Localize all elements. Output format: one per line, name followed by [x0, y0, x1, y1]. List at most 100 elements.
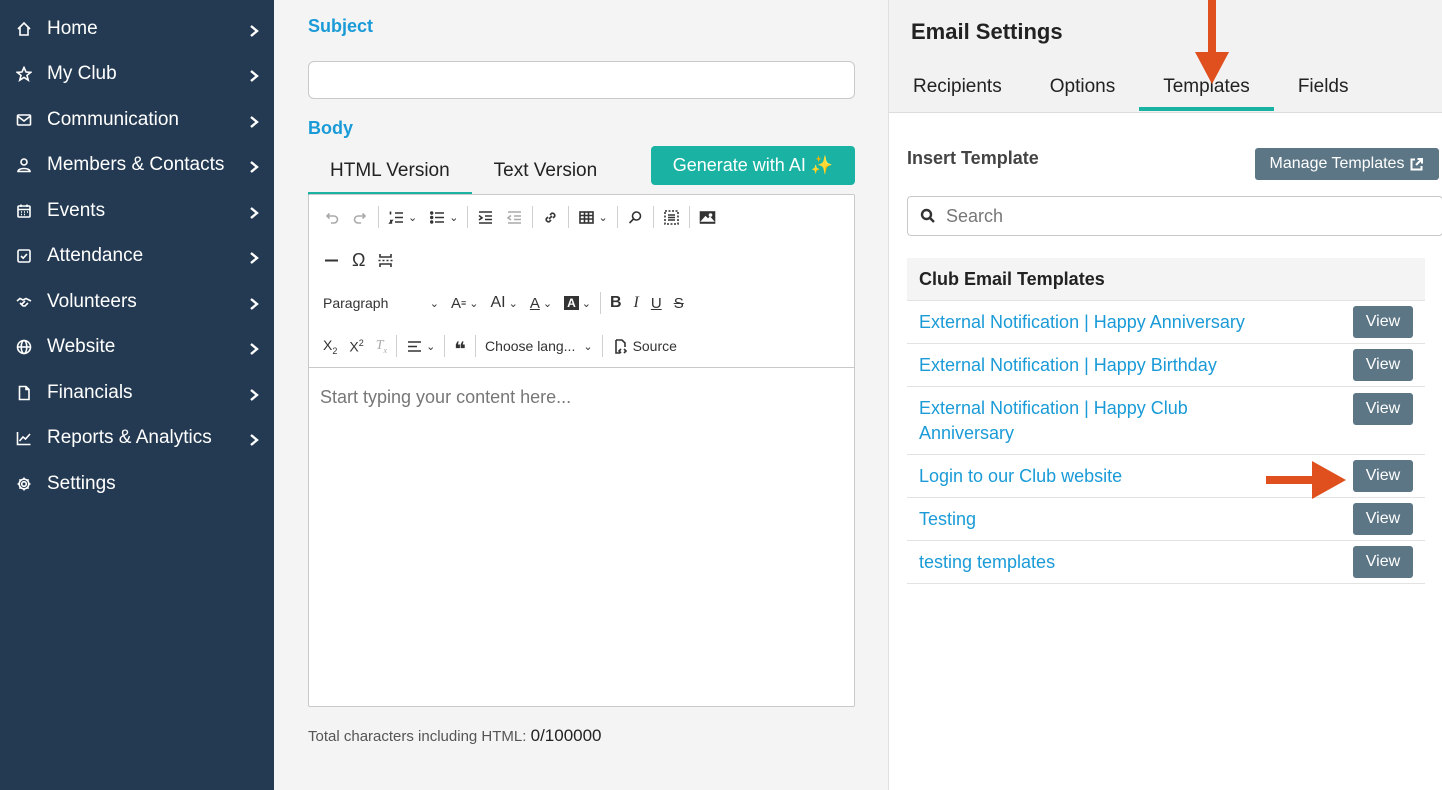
chevron-right-icon: [248, 67, 262, 83]
sidebar-item-financials[interactable]: Financials: [0, 370, 274, 416]
home-icon: [14, 19, 34, 39]
view-button[interactable]: View: [1353, 503, 1413, 535]
insert-template-label: Insert Template: [907, 148, 1039, 168]
view-button[interactable]: View: [1353, 349, 1413, 381]
tab-recipients[interactable]: Recipients: [889, 68, 1026, 111]
template-link[interactable]: testing templates: [919, 550, 1055, 575]
sidebar-item-settings[interactable]: Settings: [0, 461, 274, 507]
character-count: Total characters including HTML: 0/10000…: [308, 726, 602, 745]
page-break-icon[interactable]: [371, 245, 400, 275]
user-icon: [14, 155, 34, 175]
template-link[interactable]: External Notification | Happy Club Anniv…: [919, 396, 1219, 446]
template-link[interactable]: External Notification | Happy Anniversar…: [919, 310, 1245, 335]
align-icon[interactable]: ⌄: [400, 331, 441, 361]
chevron-right-icon: [248, 158, 262, 174]
outdent-icon[interactable]: [500, 202, 529, 232]
italic-icon[interactable]: I: [628, 288, 645, 318]
chevron-right-icon: [248, 295, 262, 310]
language-select[interactable]: Choose lang... ⌄: [479, 331, 599, 361]
star-icon: [14, 64, 34, 84]
sidebar-item-label: Volunteers: [47, 290, 137, 312]
bold-icon[interactable]: B: [604, 288, 628, 318]
character-count-value: 0/100000: [530, 726, 602, 745]
email-settings-panel: Email Settings Recipients Options Templa…: [888, 0, 1442, 790]
sidebar-item-reports-analytics[interactable]: Reports & Analytics: [0, 416, 274, 462]
sidebar-item-events[interactable]: Events: [0, 188, 274, 234]
sidebar-item-label: Website: [47, 336, 116, 358]
sidebar-item-label: Home: [47, 17, 98, 39]
superscript-icon[interactable]: X2: [343, 331, 369, 361]
generate-with-ai-button[interactable]: Generate with AI ✨: [651, 146, 855, 185]
panel-title: Email Settings: [911, 19, 1063, 44]
view-button[interactable]: View: [1353, 546, 1413, 578]
template-link[interactable]: Login to our Club website: [919, 464, 1122, 489]
template-link[interactable]: External Notification | Happy Birthday: [919, 353, 1217, 378]
manage-templates-button[interactable]: Manage Templates: [1255, 148, 1439, 180]
chevron-right-icon: [248, 431, 262, 447]
table-row: External Notification | Happy Club Anniv…: [907, 387, 1425, 455]
font-color-icon[interactable]: A ⌄: [524, 288, 558, 318]
bullet-list-icon[interactable]: ⌄: [423, 202, 464, 232]
remove-format-icon[interactable]: Tx: [370, 331, 393, 361]
view-button[interactable]: View: [1353, 306, 1413, 338]
font-family-icon[interactable]: AI ⌄: [485, 288, 524, 318]
sidebar-item-label: Events: [47, 199, 106, 221]
sidebar-item-website[interactable]: Website: [0, 325, 274, 371]
background-color-icon[interactable]: A ⌄: [558, 288, 597, 318]
toolbar-separator: [652, 206, 654, 228]
table-row: External Notification | Happy Anniversar…: [907, 301, 1425, 344]
email-editor: Subject Body HTML Version Text Version G…: [274, 0, 888, 790]
sidebar-item-volunteers[interactable]: Volunteers: [0, 279, 274, 325]
template-link[interactable]: Testing: [919, 507, 976, 532]
body-label: Body: [308, 118, 353, 138]
sidebar-item-home[interactable]: Home: [0, 6, 274, 52]
chevron-right-icon: [248, 113, 262, 128]
sidebar-item-members-contacts[interactable]: Members & Contacts: [0, 143, 274, 189]
paragraph-format-select[interactable]: Paragraph ⌄: [317, 288, 445, 318]
source-button[interactable]: Source: [606, 331, 683, 361]
image-icon[interactable]: [693, 202, 722, 232]
sidebar-item-attendance[interactable]: Attendance: [0, 234, 274, 280]
annotation-arrow-right-icon: [1266, 461, 1346, 499]
link-icon[interactable]: [536, 202, 565, 232]
sidebar-item-label: Financials: [47, 381, 133, 403]
editor-placeholder[interactable]: Start typing your content here...: [320, 387, 571, 408]
tab-html-version[interactable]: HTML Version: [308, 146, 472, 195]
chevron-right-icon: [248, 249, 262, 265]
sidebar-item-label: Reports & Analytics: [47, 427, 212, 449]
subscript-icon[interactable]: X2: [317, 331, 343, 361]
view-button[interactable]: View: [1353, 393, 1413, 425]
toolbar-separator: [616, 206, 618, 228]
checkbox-icon: [14, 246, 34, 266]
table-icon[interactable]: ⌄: [572, 202, 613, 232]
toolbar-separator: [532, 206, 534, 228]
subject-input[interactable]: [308, 61, 855, 99]
undo-icon[interactable]: [317, 202, 346, 232]
view-button[interactable]: View: [1353, 460, 1413, 492]
indent-icon[interactable]: [471, 202, 500, 232]
sidebar-item-my-club[interactable]: My Club: [0, 52, 274, 98]
chevron-right-icon: [248, 204, 262, 219]
body-version-tabs: HTML Version Text Version: [308, 146, 619, 195]
numbered-list-icon[interactable]: ⌄: [382, 202, 423, 232]
panel-header: Email Settings Recipients Options Templa…: [889, 0, 1442, 113]
redo-icon[interactable]: [346, 202, 375, 232]
select-all-icon[interactable]: [657, 202, 686, 232]
sidebar-item-label: Members & Contacts: [47, 154, 225, 176]
find-replace-icon[interactable]: [621, 202, 650, 232]
toolbar-separator: [475, 335, 477, 357]
strikethrough-icon[interactable]: S: [668, 288, 690, 318]
underline-icon[interactable]: U: [645, 288, 668, 318]
tab-fields[interactable]: Fields: [1274, 68, 1373, 111]
mail-icon: [14, 110, 34, 130]
template-search-input[interactable]: [946, 205, 1442, 227]
tab-text-version[interactable]: Text Version: [472, 146, 620, 195]
subject-label: Subject: [308, 16, 374, 36]
sidebar-item-communication[interactable]: Communication: [0, 97, 274, 143]
font-size-icon[interactable]: A ≡ ⌄: [445, 288, 485, 318]
special-character-icon[interactable]: Ω: [346, 245, 371, 275]
sidebar-item-label: Communication: [47, 108, 179, 130]
tab-options[interactable]: Options: [1026, 68, 1139, 111]
horizontal-line-icon[interactable]: [317, 245, 346, 275]
blockquote-icon[interactable]: ❝: [448, 331, 472, 361]
